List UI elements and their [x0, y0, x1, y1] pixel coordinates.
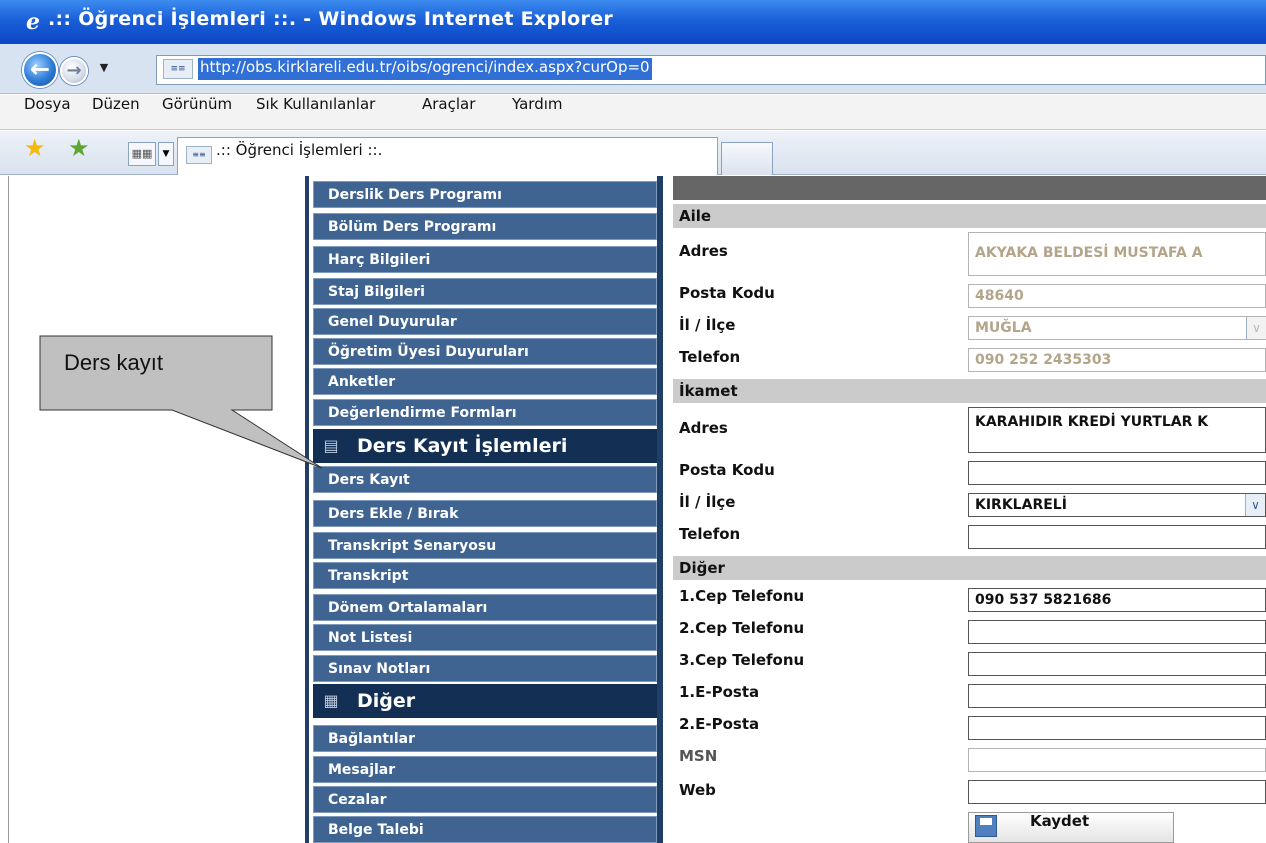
ikamet-il-ilce-label: İl / İlçe	[679, 493, 736, 511]
aile-posta-kodu-field[interactable]: 48640	[968, 284, 1266, 308]
chevron-down-icon[interactable]: ∨	[1246, 317, 1266, 339]
ikamet-adres-label: Adres	[679, 419, 728, 437]
menu-dosya[interactable]: Dosya	[24, 95, 71, 130]
cep-telefonu-2-label: 2.Cep Telefonu	[679, 619, 805, 637]
sidebar-item-anketler[interactable]: Anketler	[313, 368, 657, 395]
menu-sik-kullanilanlar[interactable]: Sık Kullanılanlar	[256, 95, 375, 130]
sidebar-item-ders-kayit[interactable]: Ders Kayıt	[313, 466, 657, 493]
cep-telefonu-1-label: 1.Cep Telefonu	[679, 587, 805, 605]
sidebar-item-harc-bilgileri[interactable]: Harç Bilgileri	[313, 246, 657, 273]
aile-posta-kodu-label: Posta Kodu	[679, 284, 775, 302]
cep-telefonu-3-label: 3.Cep Telefonu	[679, 651, 805, 669]
document-icon: ▤	[323, 436, 339, 455]
menu-gorunum[interactable]: Görünüm	[162, 95, 232, 130]
address-url[interactable]: http://obs.kirklareli.edu.tr/oibs/ogrenc…	[198, 58, 652, 80]
aile-adres-field[interactable]: AKYAKA BELDESİ MUSTAFA A	[968, 232, 1266, 276]
page-favicon-icon: ≡≡	[163, 59, 193, 79]
sidebar-item-staj-bilgileri[interactable]: Staj Bilgileri	[313, 278, 657, 305]
sidebar-item-sinav-notlari[interactable]: Sınav Notları	[313, 655, 657, 682]
ikamet-telefon-label: Telefon	[679, 525, 741, 543]
cep-telefonu-1-field[interactable]: 090 537 5821686	[968, 588, 1266, 612]
sidebar-item-belge-talebi[interactable]: Belge Talebi	[313, 816, 657, 843]
ikamet-posta-kodu-field[interactable]	[968, 461, 1266, 485]
sidebar-item-ders-ekle-birak[interactable]: Ders Ekle / Bırak	[313, 500, 657, 527]
back-button[interactable]: ←	[22, 52, 58, 88]
callout-text: Ders kayıt	[64, 350, 164, 375]
section-ikamet: İkamet	[673, 379, 1266, 403]
sidebar-section-ders-kayit-islemleri[interactable]: Ders Kayıt İşlemleri	[313, 429, 657, 463]
sidebar-item-not-listesi[interactable]: Not Listesi	[313, 624, 657, 651]
eposta-2-field[interactable]	[968, 716, 1266, 740]
tab-list-dropdown-icon[interactable]: ▼	[158, 142, 174, 166]
ikamet-il-ilce-select[interactable]: KIRKLARELİ	[968, 493, 1266, 517]
sidebar-item-derslik-ders-programi[interactable]: Derslik Ders Programı	[313, 181, 657, 208]
sidebar-section-label: Ders Kayıt İşlemleri	[357, 435, 568, 457]
eposta-1-field[interactable]	[968, 684, 1266, 708]
section-aile: Aile	[673, 204, 1266, 228]
page-left-blank	[8, 176, 308, 843]
sidebar-section-label: Diğer	[357, 690, 416, 712]
aile-telefon-field[interactable]: 090 252 2435303	[968, 348, 1266, 372]
floppy-disk-icon	[975, 815, 997, 837]
favorites-star-icon[interactable]: ★	[24, 134, 46, 162]
tab-favicon-icon: ≡≡	[186, 146, 212, 164]
web-label: Web	[679, 781, 716, 799]
aile-il-ilce-select[interactable]: MUĞLA	[968, 316, 1266, 340]
history-dropdown-icon[interactable]: ▼	[96, 60, 112, 76]
tab-label: .:: Öğrenci İşlemleri ::.	[216, 141, 383, 159]
form-header-bar	[673, 176, 1266, 200]
sidebar-item-baglantilar[interactable]: Bağlantılar	[313, 725, 657, 752]
sidebar-item-transkript-senaryosu[interactable]: Transkript Senaryosu	[313, 532, 657, 559]
add-favorite-icon[interactable]: ★	[68, 134, 90, 162]
ikamet-telefon-field[interactable]	[968, 525, 1266, 549]
ie-logo-icon: e	[26, 9, 40, 35]
chevron-down-icon[interactable]: ∨	[1245, 494, 1265, 516]
table-icon: ▦	[323, 691, 339, 710]
ikamet-posta-kodu-label: Posta Kodu	[679, 461, 775, 479]
menu-araclar[interactable]: Araçlar	[422, 95, 475, 130]
window-title: .:: Öğrenci İşlemleri ::. - Windows Inte…	[48, 8, 614, 30]
section-diger: Diğer	[673, 556, 1266, 580]
new-tab-button[interactable]	[721, 142, 773, 175]
sidebar-item-transkript[interactable]: Transkript	[313, 562, 657, 589]
aile-il-ilce-label: İl / İlçe	[679, 316, 736, 334]
eposta-2-label: 2.E-Posta	[679, 715, 760, 733]
ikamet-adres-field[interactable]: KARAHIDIR KREDİ YURTLAR K	[968, 407, 1266, 453]
sidebar-item-genel-duyurular[interactable]: Genel Duyurular	[313, 308, 657, 335]
sidebar-item-mesajlar[interactable]: Mesajlar	[313, 756, 657, 783]
sidebar-item-cezalar[interactable]: Cezalar	[313, 786, 657, 813]
sidebar-item-bolum-ders-programi[interactable]: Bölüm Ders Programı	[313, 213, 657, 240]
sidebar-item-degerlendirme-formlari[interactable]: Değerlendirme Formları	[313, 399, 657, 426]
forward-button[interactable]: →	[60, 57, 88, 85]
web-field[interactable]	[968, 780, 1266, 804]
cep-telefonu-3-field[interactable]	[968, 652, 1266, 676]
aile-adres-label: Adres	[679, 242, 728, 260]
msn-label: MSN	[679, 747, 718, 765]
save-button-label: Kaydet	[1030, 812, 1090, 830]
cep-telefonu-2-field[interactable]	[968, 620, 1266, 644]
sidebar-item-ogretim-uyesi-duyurulari[interactable]: Öğretim Üyesi Duyuruları	[313, 338, 657, 365]
aile-telefon-label: Telefon	[679, 348, 741, 366]
menu-duzen[interactable]: Düzen	[92, 95, 140, 130]
sidebar-item-donem-ortalamalari[interactable]: Dönem Ortalamaları	[313, 594, 657, 621]
msn-field[interactable]	[968, 748, 1266, 772]
menu-yardim[interactable]: Yardım	[512, 95, 563, 130]
eposta-1-label: 1.E-Posta	[679, 683, 760, 701]
quick-tabs-icon[interactable]: ▦▦	[128, 142, 156, 166]
sidebar-section-diger[interactable]: Diğer	[313, 684, 657, 718]
content-gap	[663, 176, 673, 843]
